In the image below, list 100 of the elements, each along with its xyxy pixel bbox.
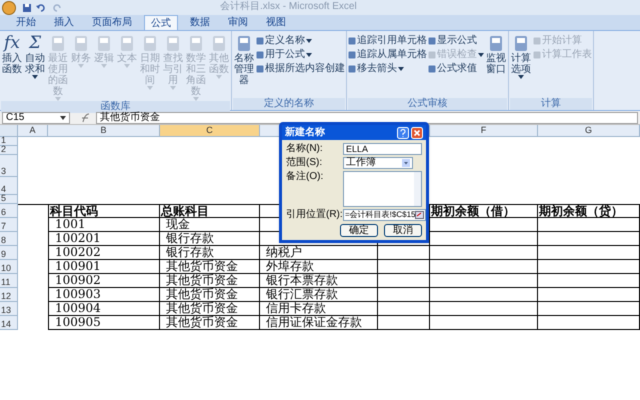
table-cell: 其他货币资金 [160,260,260,274]
ribbon-button[interactable]: 根据所选内容创建 [256,63,345,75]
square-icon [428,65,436,73]
row-header[interactable]: 14 [0,316,18,330]
book-icon [513,34,529,52]
row-header[interactable]: 7 [0,218,18,232]
select-all-corner[interactable] [0,125,18,137]
collapse-icon [415,211,424,219]
dialog-button[interactable]: 取消 [384,224,422,237]
table-cell: 其他货币资金 [160,302,260,316]
ribbon-button[interactable]: 移去箭头 [348,63,427,75]
table-cell: 其他货币资金 [160,288,260,302]
book-icon [73,34,89,52]
redo-icon [52,2,62,12]
table-cell: 银行本票存款 [260,274,378,288]
row-header[interactable]: 10 [0,260,18,274]
ribbon-tab[interactable]: 页面布局 [86,15,138,30]
square-icon [533,51,541,59]
reference-field[interactable]: =会计科目表!$C$15 [343,209,426,221]
row-header[interactable]: 11 [0,274,18,288]
book-icon [50,34,66,52]
group-label: 定义的名称 [233,98,345,110]
square-icon [348,65,356,73]
ribbon-tab[interactable]: 插入 [48,15,80,30]
row-header[interactable]: 12 [0,288,18,302]
table-cell: 外埠存款 [260,260,378,274]
dialog-button[interactable]: 确定 [340,224,378,237]
ribbon-button[interactable]: Σ 自动求和 [24,33,46,79]
ribbon-button[interactable]: 定义名称 [256,35,345,47]
table-cell: 总账科目 [160,204,260,218]
table-cell: 100905 [48,316,160,330]
group-label: 函数库 [1,101,230,113]
row-header[interactable]: 4 [0,177,18,195]
row-header[interactable]: 9 [0,246,18,260]
column-header[interactable]: F [430,125,538,137]
table-cell: 银行存款 [160,232,260,246]
table-cell: 科目代码 [48,204,160,218]
square-icon [348,51,356,59]
field-label: 引用位置(R): [286,209,343,221]
ribbon-tab[interactable]: 审阅 [222,15,254,30]
formula-input[interactable]: 其他货币资金 [96,112,638,124]
ribbon-tab[interactable]: 数据 [184,15,216,30]
column-header[interactable]: A [18,125,48,137]
name-box[interactable]: C15 [2,112,70,124]
row-header[interactable]: 8 [0,232,18,246]
book-icon [119,34,135,52]
close-icon [411,126,423,138]
ribbon-button[interactable]: 计算选项 [510,33,532,79]
square-icon [348,37,356,45]
scope-dropdown[interactable]: 工作簿 [343,157,413,169]
comment-field[interactable] [343,171,422,207]
group-label: 公式审核 [348,98,507,110]
table-cell: 100904 [48,302,160,316]
ribbon-button[interactable]: 显示公式 [428,35,484,47]
column-header[interactable]: B [48,125,160,137]
row-header[interactable]: 6 [0,204,18,218]
row-header[interactable]: 2 [0,146,18,155]
table-cell: 现金 [160,218,260,232]
table-cell: 银行存款 [160,246,260,260]
ribbon-button[interactable]: 用于公式 [256,49,345,61]
ribbon-button[interactable]: 监视窗口 [485,33,507,75]
table-cell: 纳税户 [260,246,378,260]
function-glyph: Σ [28,33,42,53]
row-header[interactable]: 5 [0,195,18,204]
row-header[interactable]: 3 [0,155,18,177]
book-icon [142,34,158,52]
ribbon-tab[interactable]: 开始 [10,15,42,30]
table-cell: 100903 [48,288,160,302]
row-header[interactable]: 1 [0,137,18,146]
dialog-title: 新建名称 [285,126,325,138]
table-cell: 信用证保证金存款 [260,316,378,330]
ribbon-button[interactable]: 追踪从属单元格 [348,49,427,61]
group-label: 计算 [510,98,592,110]
column-header[interactable]: G [538,125,640,137]
square-icon [428,37,436,45]
ribbon-tab[interactable]: 视图 [260,15,292,30]
field-label: 范围(S): [286,157,324,169]
square-icon [428,51,436,59]
square-icon [533,37,541,45]
square-icon [256,37,264,45]
book-icon [211,34,227,52]
table-cell: 银行汇票存款 [260,288,378,302]
column-header[interactable]: C [160,125,260,137]
ribbon-button[interactable]: 公式求值 [428,63,484,75]
scrollbar-icon [414,172,421,206]
ribbon-button[interactable]: fx 插入函数 [1,33,23,75]
square-icon [256,51,264,59]
table-cell: 期初余额（借） [430,204,538,218]
office-logo-icon [2,0,16,14]
name-field[interactable]: ELLA [343,143,422,155]
table-cell: 1001 [48,218,160,232]
ribbon-button[interactable]: 名称管理器 [233,33,255,86]
row-header[interactable]: 13 [0,302,18,316]
function-glyph: fx [4,33,20,53]
caret-icon [60,116,66,120]
table-cell: 信用卡存款 [260,302,378,316]
table-cell: 期初余额（贷） [538,204,640,218]
ribbon-tab[interactable]: 公式 [144,15,178,30]
ribbon-button[interactable]: 追踪引用单元格 [348,35,427,47]
book-icon [236,34,252,52]
